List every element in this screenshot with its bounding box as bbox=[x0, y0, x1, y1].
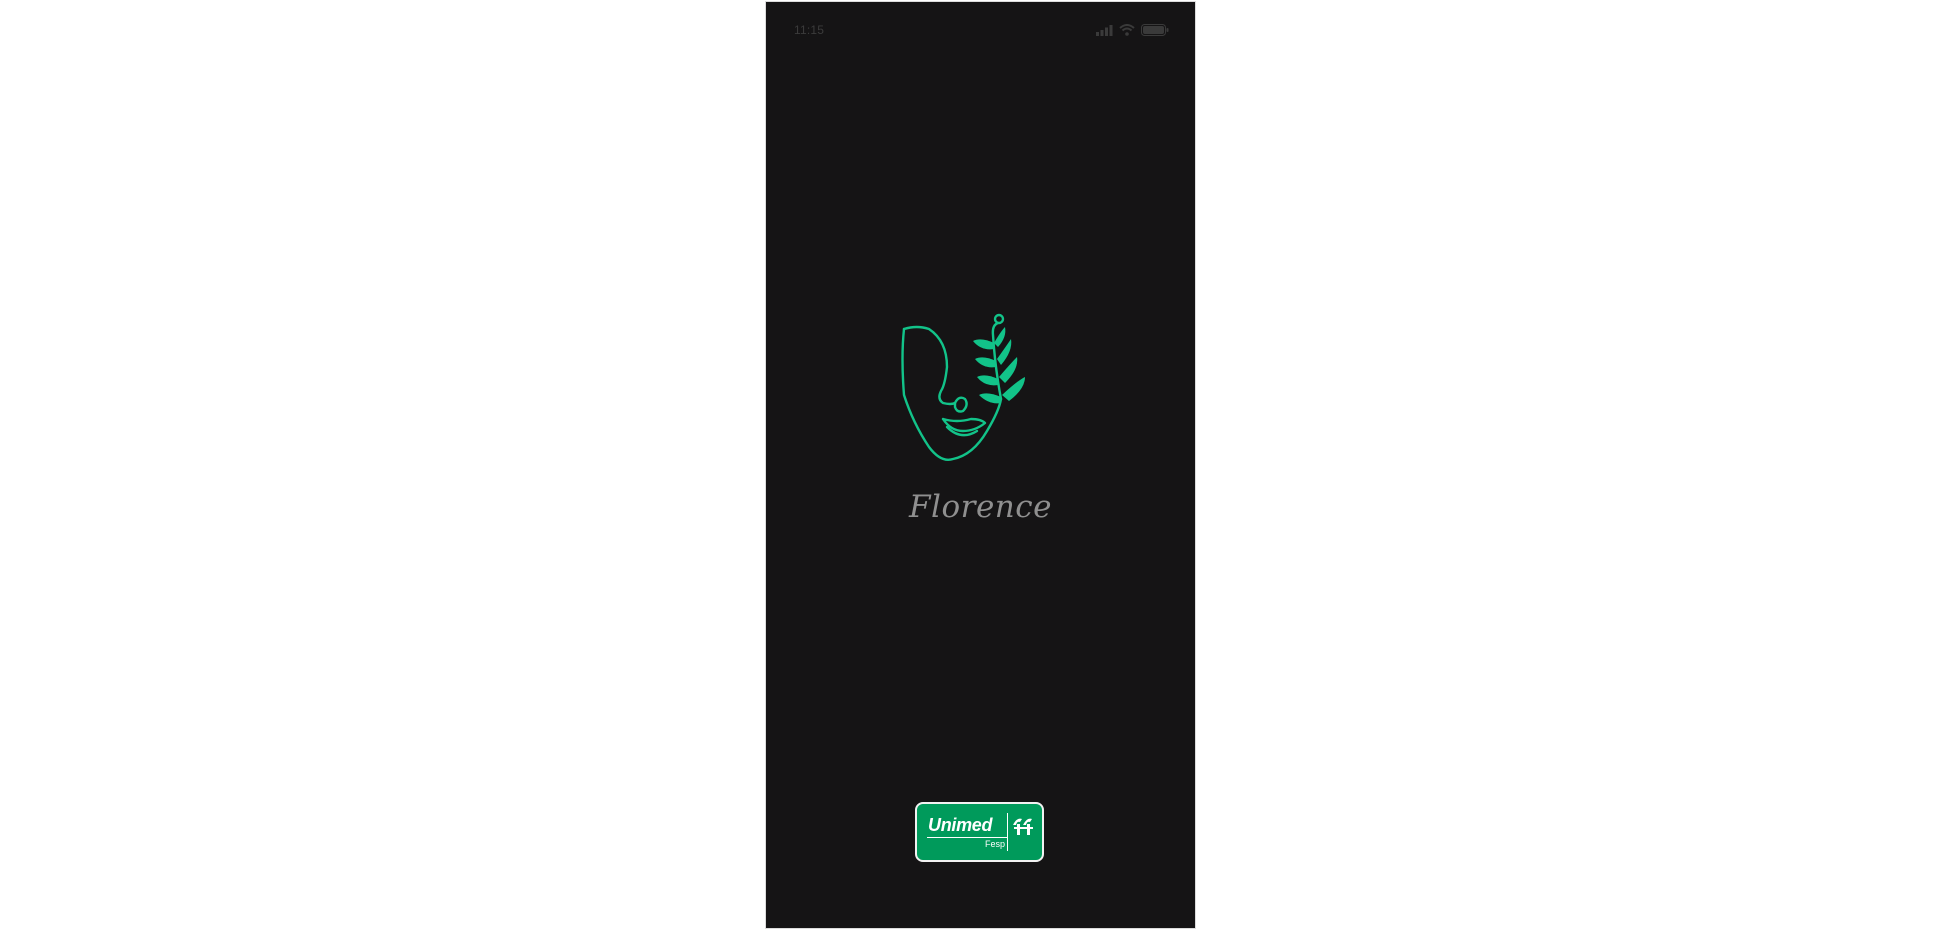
partner-brand-underline bbox=[927, 837, 1007, 838]
screen-canvas: 11:15 Florence Unimed Fesp bbox=[0, 0, 1958, 930]
battery-icon bbox=[1141, 24, 1169, 36]
cellular-signal-icon bbox=[1096, 24, 1113, 36]
status-bar: 11:15 bbox=[766, 2, 1195, 58]
face-leaf-line-art-icon bbox=[897, 307, 1067, 485]
wifi-icon bbox=[1119, 24, 1135, 36]
partner-logo-badge: Unimed Fesp bbox=[915, 802, 1044, 862]
app-name: Florence bbox=[909, 489, 1052, 525]
status-time: 11:15 bbox=[794, 23, 825, 37]
partner-brand-name: Unimed bbox=[928, 815, 993, 835]
unimed-tree-logo-icon bbox=[1011, 816, 1035, 836]
phone-screen: 11:15 Florence Unimed Fesp bbox=[766, 2, 1195, 928]
status-icons bbox=[1096, 24, 1169, 36]
partner-logo-divider bbox=[1007, 813, 1008, 851]
partner-sub-label: Fesp bbox=[985, 839, 1006, 849]
